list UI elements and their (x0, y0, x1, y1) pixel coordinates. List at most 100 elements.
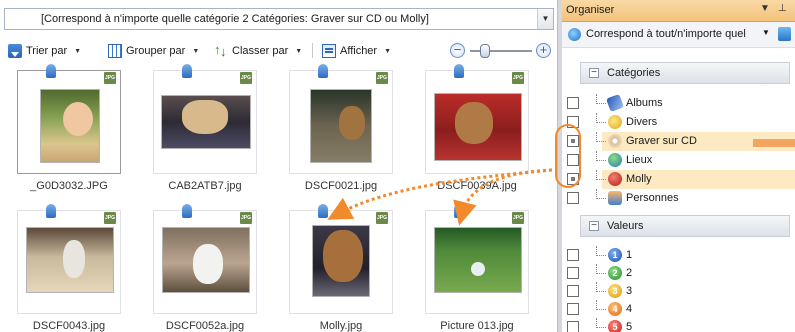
category-checkbox[interactable] (567, 192, 579, 204)
category-row-molly[interactable]: Molly (562, 170, 795, 189)
category-row-divers[interactable]: Divers (562, 113, 795, 132)
toolbar: Trier par ▼ Grouper par ▼ Classer par ▼ … (4, 40, 554, 62)
jpg-format-icon: JPG (376, 212, 388, 224)
order-by-button[interactable]: Classer par ▼ (214, 42, 302, 59)
zoom-thumb[interactable] (480, 44, 490, 58)
thumbnail-item[interactable]: JPG DSCF0021.jpg (282, 64, 400, 192)
value-row[interactable]: 5 5 (562, 318, 795, 332)
toolbar-separator (312, 43, 313, 58)
category-pin-icon (46, 64, 56, 78)
lightbulb-icon (608, 115, 622, 129)
zoom-slider[interactable]: − + (448, 42, 554, 60)
category-pin-icon (182, 64, 192, 78)
annotation-ellipse (555, 124, 581, 188)
collapse-icon[interactable]: − (589, 68, 599, 78)
thumbnail-item[interactable]: JPG CAB2ATB7.jpg (146, 64, 264, 192)
chevron-down-icon[interactable]: ▼ (762, 28, 770, 37)
filter-dropdown-button[interactable]: ▼ (537, 9, 553, 29)
tree-line (596, 189, 606, 199)
category-row-lieux[interactable]: Lieux (562, 151, 795, 170)
zoom-out-button[interactable]: − (450, 43, 465, 58)
tree-line (596, 246, 606, 256)
jpg-format-icon: JPG (512, 212, 524, 224)
chevron-down-icon: ▼ (384, 47, 392, 55)
photo-molly (312, 225, 370, 297)
thumbnail-filename: DSCF0039A.jpg (437, 180, 517, 192)
value-checkbox[interactable] (567, 249, 579, 261)
image-browser-pane: [Correspond à n'importe quelle catégorie… (0, 0, 557, 332)
tree-line (596, 282, 606, 292)
filter-bar[interactable]: [Correspond à n'importe quelle catégorie… (4, 8, 554, 30)
tree-line (596, 264, 606, 274)
thumbnail-frame (289, 70, 393, 174)
category-pin-icon (318, 204, 328, 218)
jpg-format-icon: JPG (376, 72, 388, 84)
thumbnail-frame (17, 70, 121, 174)
category-pin-icon (454, 204, 464, 218)
thumbnail-frame (153, 210, 257, 314)
thumbnail-item[interactable]: JPG DSCF0039A.jpg (418, 64, 536, 192)
zoom-in-button[interactable]: + (536, 43, 551, 58)
value-row[interactable]: 2 2 (562, 264, 795, 283)
category-row-personnes[interactable]: Personnes (562, 189, 795, 208)
organizer-title: Organiser (566, 4, 615, 16)
thumbnail-filename: _G0D3032.JPG (30, 180, 108, 192)
sort-label: Trier par (26, 45, 68, 57)
chevron-down-icon: ▼ (192, 47, 200, 55)
organizer-panel: Organiser ▼ ⊥ Correspond à tout/n'import… (562, 0, 795, 332)
thumbnail-filename: DSCF0052a.jpg (165, 320, 245, 332)
sort-by-button[interactable]: Trier par ▼ (8, 43, 81, 59)
value-checkbox[interactable] (567, 321, 579, 332)
jpg-format-icon: JPG (104, 72, 116, 84)
match-mode-bar[interactable]: Correspond à tout/n'importe quel ▼ (562, 22, 795, 48)
category-label: Graver sur CD (626, 135, 697, 147)
view-button[interactable]: Afficher ▼ (322, 43, 391, 59)
thumbnail-item[interactable]: JPG Molly.jpg (282, 204, 400, 332)
thumbnail-frame (425, 70, 529, 174)
categories-section-header[interactable]: − Catégories (580, 62, 790, 84)
category-pin-icon (318, 64, 328, 78)
rating-1-icon: 1 (608, 248, 622, 262)
value-checkbox[interactable] (567, 267, 579, 279)
group-by-button[interactable]: Grouper par ▼ (108, 43, 199, 59)
panel-menu-button[interactable]: ▼ (760, 3, 770, 14)
view-label: Afficher (340, 45, 378, 57)
thumbnail-item[interactable]: JPG _G0D3032.JPG (10, 64, 128, 192)
organizer-header: Organiser ▼ ⊥ (562, 0, 795, 22)
category-checkbox[interactable] (567, 97, 579, 109)
tree-line (596, 113, 606, 123)
value-row[interactable]: 3 3 (562, 282, 795, 301)
photo-boy (40, 89, 100, 163)
category-pin-icon (46, 204, 56, 218)
thumbnail-item[interactable]: JPG DSCF0052a.jpg (146, 204, 264, 332)
group-icon (108, 44, 122, 58)
category-label: Personnes (626, 192, 679, 204)
category-row-albums[interactable]: Albums (562, 94, 795, 113)
folder-icon[interactable] (778, 27, 791, 41)
value-checkbox[interactable] (567, 285, 579, 297)
value-row[interactable]: 1 1 (562, 246, 795, 265)
rating-5-icon: 5 (608, 320, 622, 332)
thumbnail-frame (289, 210, 393, 314)
thumbnail-filename: Molly.jpg (319, 320, 363, 332)
pin-icon[interactable]: ⊥ (778, 3, 787, 14)
group-label: Grouper par (126, 45, 186, 57)
collapse-icon[interactable]: − (589, 221, 599, 231)
thumbnail-filename: DSCF0043.jpg (32, 320, 106, 332)
thumbnail-item[interactable]: JPG DSCF0043.jpg (10, 204, 128, 332)
thumbnail-item[interactable]: JPG Picture 013.jpg (418, 204, 536, 332)
category-label: Lieux (626, 154, 653, 166)
view-icon (322, 44, 336, 58)
value-checkbox[interactable] (567, 303, 579, 315)
category-pin-icon (182, 204, 192, 218)
photo-dog (434, 93, 522, 161)
value-label: 4 (626, 303, 633, 315)
cd-icon (608, 134, 622, 148)
jpg-format-icon: JPG (240, 72, 252, 84)
order-arrows-icon (214, 42, 228, 59)
photo-dog (161, 95, 251, 149)
thumbnail-frame (153, 70, 257, 174)
values-section-header[interactable]: − Valeurs (580, 215, 790, 237)
value-row[interactable]: 4 4 (562, 300, 795, 319)
photo-cat (162, 227, 250, 293)
